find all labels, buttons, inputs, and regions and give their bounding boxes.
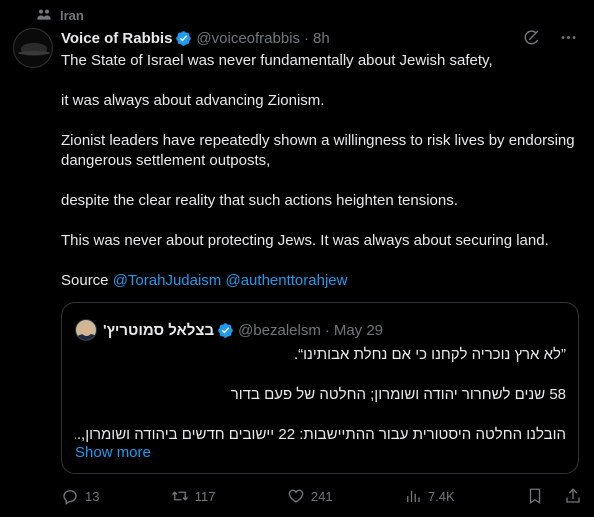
reply-count: 13: [85, 488, 100, 504]
like-button[interactable]: 241: [287, 487, 333, 505]
bookmark-icon[interactable]: [526, 487, 544, 505]
source-line: Source @TorahJudaism @authenttorahjew: [61, 271, 578, 291]
quote-line: הובלנו החלטה היסטורית עבור ההתיישבות: 22…: [75, 426, 566, 443]
author-handle[interactable]: @voiceofrabbis: [196, 30, 300, 47]
community-label: Iran: [60, 7, 84, 23]
like-count: 241: [310, 488, 333, 504]
source-label: Source: [61, 272, 109, 289]
tweet[interactable]: Iran Voice of Rabbis @voiceofrabbis · 8h…: [0, 0, 594, 517]
repost-icon: [171, 491, 188, 501]
quote-text: ”לא ארץ נוכריה לקחנו כי אם נחלת אבותינו“…: [75, 345, 566, 445]
tweet-paragraph: despite the clear reality that such acti…: [61, 192, 458, 209]
repost-button[interactable]: 117: [171, 487, 216, 505]
more-options-icon[interactable]: [559, 28, 578, 47]
quote-line: ”לא ארץ נוכריה לקחנו כי אם נחלת אבותינו“…: [293, 346, 566, 363]
repost-count: 117: [194, 488, 216, 504]
grok-icon[interactable]: [522, 28, 541, 47]
mention-link[interactable]: @TorahJudaism: [113, 272, 222, 289]
tweet-paragraph: This was never about protecting Jews. It…: [61, 232, 549, 249]
tweet-text: The State of Israel was never fundamenta…: [61, 51, 578, 291]
reply-button[interactable]: 13: [61, 487, 99, 505]
separator-dot: ·: [324, 321, 330, 339]
quote-author-name[interactable]: בצלאל סמוטריץ': [103, 322, 214, 339]
views-icon: [406, 490, 420, 502]
tweet-paragraph: The State of Israel was never fundamenta…: [61, 52, 493, 69]
quote-post-time[interactable]: May 29: [334, 322, 383, 339]
quoted-tweet[interactable]: בצלאל סמוטריץ' @bezalelsm · May 29 ”לא א…: [61, 302, 579, 474]
post-time[interactable]: 8h: [313, 30, 330, 47]
quote-author-handle[interactable]: @bezalelsm: [238, 322, 321, 339]
heart-icon: [288, 489, 304, 503]
tweet-paragraph: it was always about advancing Zionism.: [61, 92, 325, 109]
reply-icon: [63, 490, 77, 505]
author-avatar[interactable]: [13, 28, 53, 68]
community-context[interactable]: Iran: [36, 7, 84, 23]
community-icon: [37, 9, 51, 20]
verified-badge-icon[interactable]: [217, 322, 234, 339]
tweet-header: Voice of Rabbis @voiceofrabbis · 8h: [61, 28, 578, 48]
mention-link[interactable]: @authenttorahjew: [225, 272, 347, 289]
share-icon[interactable]: [564, 487, 582, 505]
separator-dot: ·: [304, 29, 310, 47]
verified-badge-icon[interactable]: [175, 30, 192, 47]
views-button[interactable]: 7.4K: [404, 487, 455, 505]
quote-header: בצלאל סמוטריץ' @bezalelsm · May 29: [75, 319, 383, 341]
views-count: 7.4K: [427, 488, 455, 504]
tweet-paragraph: Zionist leaders have repeatedly shown a …: [61, 132, 575, 169]
show-more-link[interactable]: Show more: [75, 444, 151, 461]
quote-author-avatar[interactable]: [75, 319, 97, 341]
author-name[interactable]: Voice of Rabbis: [61, 30, 172, 47]
action-bar: 13 117 241 7.4K: [61, 486, 582, 506]
quote-line: 58 שנים לשחרור יהודה ושומרון; החלטה של פ…: [230, 386, 566, 403]
